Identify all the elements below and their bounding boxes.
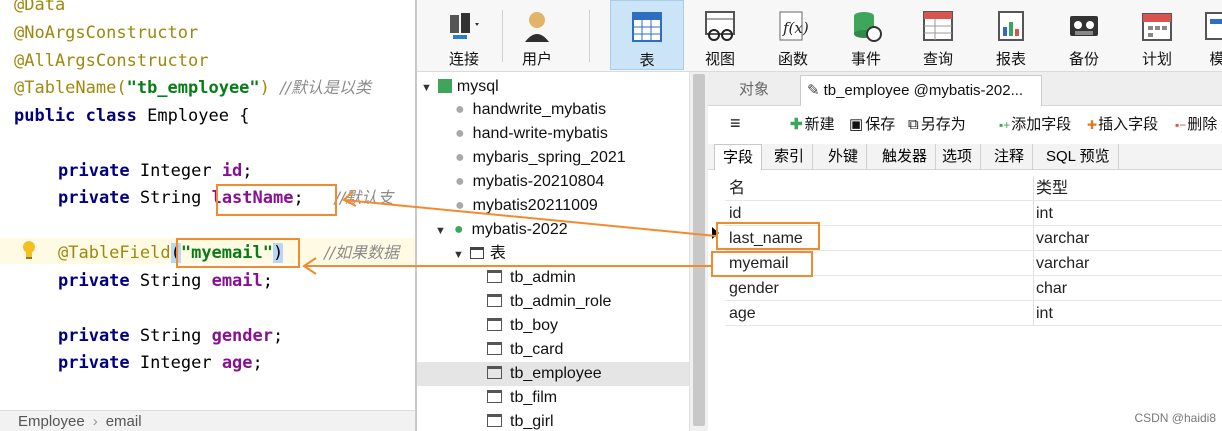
arrowhead-icon <box>342 190 357 207</box>
annotation-arrows <box>302 190 717 275</box>
screenshot-root: @Data @NoArgsConstructor @AllArgsConstru… <box>0 0 1222 431</box>
arrow-last-name <box>343 199 717 237</box>
